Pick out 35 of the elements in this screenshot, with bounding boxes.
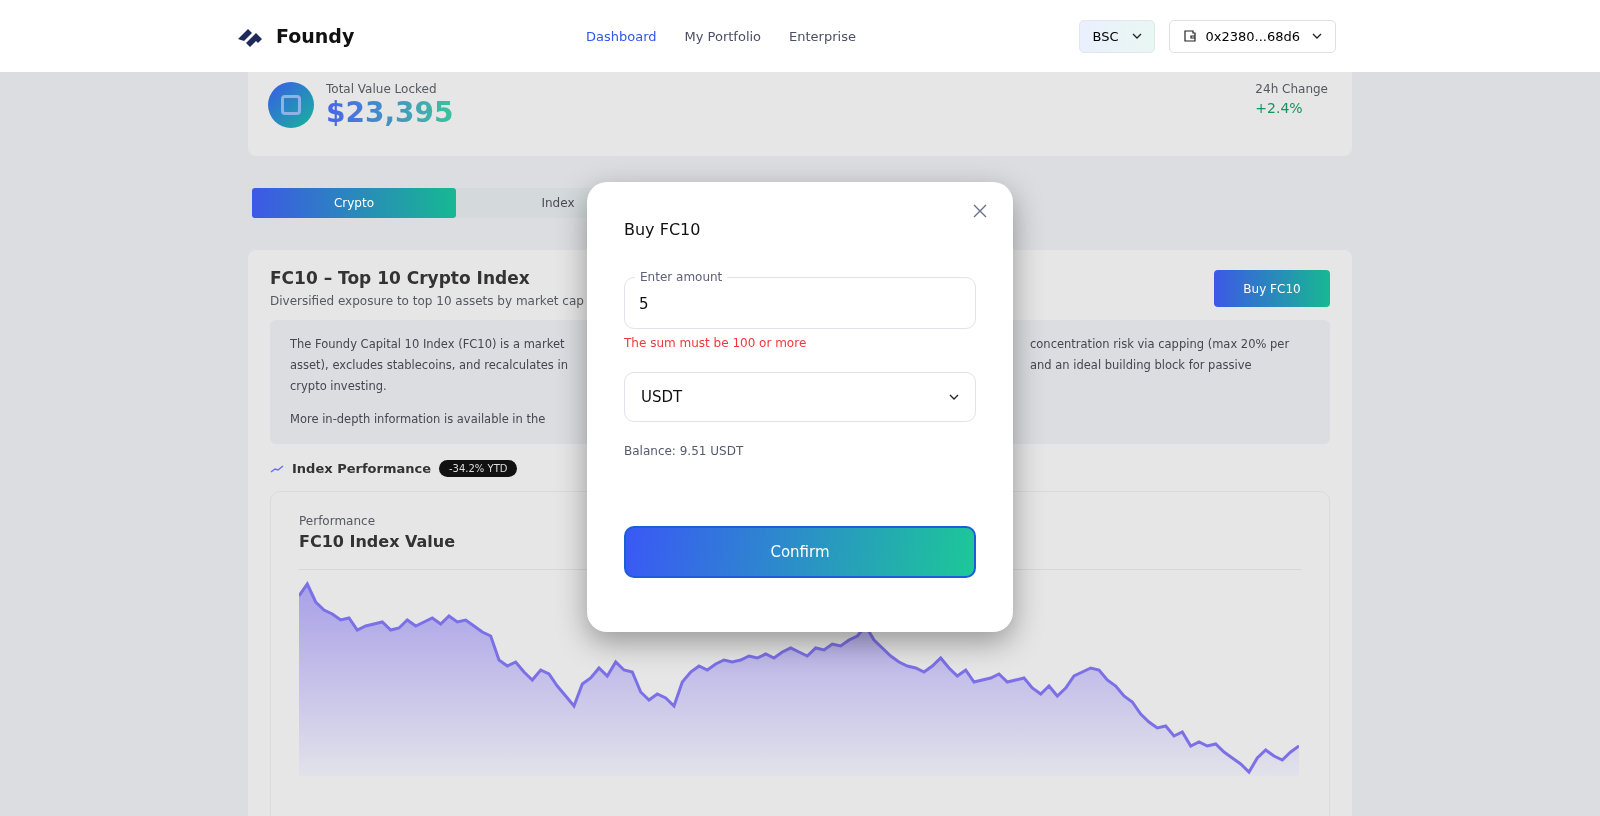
category-tab[interactable]: Crypto [252,188,456,218]
chevron-down-icon [949,394,959,400]
stat-change: +2.4% [1255,100,1304,116]
error-message: The sum must be 100 or more [624,336,808,350]
currency-select[interactable]: USDT [624,372,976,422]
confirm-button[interactable]: Confirm [624,526,976,578]
info-text: and an ideal building block for passive [1030,357,1253,374]
info-text: asset), excludes stablecoins, and recalculates in [290,357,569,374]
dialog-title: Buy FC10 [624,220,702,239]
amount-field[interactable]: Enter amount 5 [624,270,976,329]
nav-link[interactable]: My Portfolio [684,28,762,44]
stat-label: Total Value Locked [326,82,438,96]
chevron-down-icon [1132,33,1143,39]
stat-label: 24h Change [1255,82,1328,96]
chevron-down-icon [1312,33,1322,39]
brand-name: Foundy [276,25,355,47]
trend-icon [270,464,284,473]
performance-badge: -34.2% YTD [439,460,518,477]
nav-link[interactable]: Dashboard [586,28,657,44]
index-title: FC10 – Top 10 Crypto Index [270,268,531,288]
info-text: More in-depth information is available in the [290,411,547,428]
info-text: concentration risk via capping (max 20% per [1030,336,1291,353]
balance-text: Balance: 9.51 USDT [624,444,745,458]
section-label: Index Performance [292,461,431,476]
index-subtitle: Diversified exposure to top 10 assets by market cap [270,294,584,308]
network-selector[interactable]: BSC [1079,19,1156,53]
close-icon[interactable] [973,204,987,218]
nav-link[interactable]: Enterprise [789,28,856,44]
info-text: crypto investing. [290,378,388,395]
chart-kicker: Performance [299,514,377,528]
buy-button[interactable]: Buy FC10 [1214,270,1330,307]
wallet-icon [1183,29,1198,43]
info-text: The Foundy Capital 10 Index (FC10) is a market [290,336,566,353]
coin-icon [268,82,314,128]
wallet-button[interactable]: 0x2380...68d6 [1169,19,1336,53]
